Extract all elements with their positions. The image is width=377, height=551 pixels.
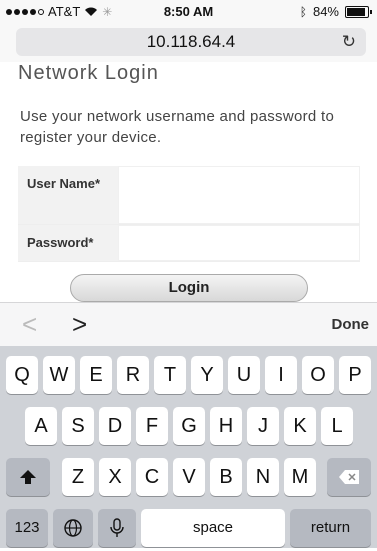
key-c[interactable]: C: [136, 458, 168, 496]
keyboard: Q W E R T Y U I O P A S D F G H J K L Z …: [0, 346, 377, 548]
delete-icon: [339, 470, 359, 484]
key-y[interactable]: Y: [191, 356, 223, 394]
key-k[interactable]: K: [284, 407, 316, 445]
username-label: User Name*: [18, 166, 118, 224]
key-i[interactable]: I: [265, 356, 297, 394]
key-z[interactable]: Z: [62, 458, 94, 496]
key-m[interactable]: M: [284, 458, 316, 496]
next-field-button[interactable]: >: [72, 309, 87, 340]
key-x[interactable]: X: [99, 458, 131, 496]
battery-fill: [347, 7, 366, 16]
battery-percent: 84%: [312, 4, 339, 19]
space-key[interactable]: space: [141, 509, 285, 547]
username-input[interactable]: [118, 166, 360, 224]
key-f[interactable]: F: [136, 407, 168, 445]
return-key[interactable]: return: [290, 509, 371, 547]
shift-key[interactable]: [6, 458, 50, 496]
previous-field-button[interactable]: <: [22, 309, 37, 340]
dictation-key[interactable]: [98, 509, 136, 547]
shift-icon: [20, 470, 36, 484]
key-s[interactable]: S: [62, 407, 94, 445]
key-h[interactable]: H: [210, 407, 242, 445]
required-marker: *: [94, 176, 100, 191]
address-text: 10.118.64.4: [146, 32, 236, 51]
done-button[interactable]: Done: [332, 316, 370, 333]
key-w[interactable]: W: [43, 356, 75, 394]
key-l[interactable]: L: [321, 407, 353, 445]
reload-icon[interactable]: ↻: [342, 28, 356, 56]
key-u[interactable]: U: [228, 356, 260, 394]
key-n[interactable]: N: [247, 458, 279, 496]
password-label: Password*: [18, 225, 118, 261]
key-d[interactable]: D: [99, 407, 131, 445]
key-e[interactable]: E: [80, 356, 112, 394]
microphone-icon: [110, 518, 124, 537]
required-marker: *: [88, 235, 94, 250]
key-q[interactable]: Q: [6, 356, 38, 394]
page-subtitle: Use your network username and password t…: [20, 108, 335, 146]
password-label-text: Password: [27, 235, 89, 250]
globe-key[interactable]: [53, 509, 93, 547]
status-bar: AT&T ✳ 8:50 AM ᛒ 84%: [0, 0, 377, 22]
key-a[interactable]: A: [25, 407, 57, 445]
key-v[interactable]: V: [173, 458, 205, 496]
login-form: User Name* Password*: [18, 166, 360, 262]
key-p[interactable]: P: [339, 356, 371, 394]
key-b[interactable]: B: [210, 458, 242, 496]
login-button[interactable]: Login: [70, 274, 308, 302]
delete-key[interactable]: [327, 458, 371, 496]
key-o[interactable]: O: [302, 356, 334, 394]
password-row: Password*: [18, 225, 360, 262]
key-j[interactable]: J: [247, 407, 279, 445]
key-g[interactable]: G: [173, 407, 205, 445]
battery-icon: [345, 5, 372, 18]
numbers-key[interactable]: 123: [6, 509, 48, 547]
key-r[interactable]: R: [117, 356, 149, 394]
status-right: ᛒ 84%: [299, 4, 372, 19]
form-toolbar: < > Done: [0, 302, 377, 347]
page-title: Network Login: [18, 62, 159, 84]
username-label-text: User Name: [27, 176, 95, 191]
password-input[interactable]: [118, 225, 360, 261]
globe-icon: [64, 519, 82, 537]
bluetooth-icon: ᛒ: [299, 4, 307, 19]
address-field[interactable]: 10.118.64.4 ↻: [16, 28, 366, 56]
username-row: User Name*: [18, 166, 360, 225]
browser-bar: 10.118.64.4 ↻: [0, 22, 377, 62]
key-t[interactable]: T: [154, 356, 186, 394]
